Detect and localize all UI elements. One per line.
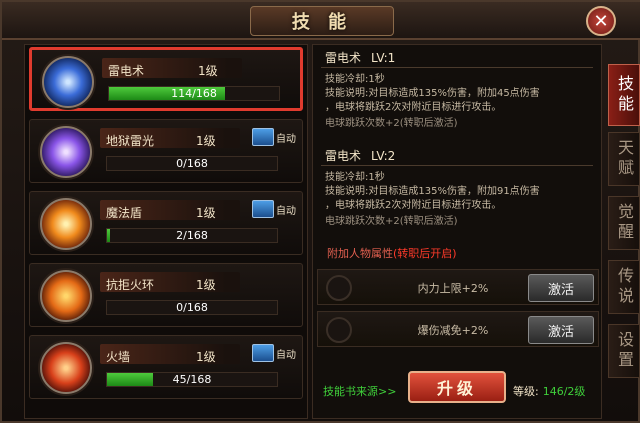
attribute-title: 附加人物属性(转职后开启) [327,247,457,260]
progress-text: 114/168 [171,87,217,100]
next-skill-title: 雷电术 LV:2 [325,149,396,163]
skill-level: 1级 [196,278,216,292]
close-button[interactable]: ✕ [586,6,616,36]
magic-shield-orb-icon [40,198,92,250]
next-desc-1: 技能说明:对目标造成135%伤害，附加91点伤害 [325,186,540,197]
progress-text: 0/168 [176,301,208,314]
progress-text: 0/168 [176,157,208,170]
progress-text: 2/168 [176,229,208,242]
skill-row-lightning[interactable]: 雷电术 1级 114/168 [29,47,303,111]
skill-detail-panel: 雷电术 LV:1 技能冷却:1秒 技能说明:对目标造成135%伤害，附加45点伤害… [312,44,602,419]
activate-button[interactable]: 激活 [528,274,594,302]
skill-row-hell-lightning[interactable]: 地狱雷光 1级 自动 0/168 [29,119,303,183]
skill-level: 1级 [198,64,218,78]
skill-name: 火墙 [106,350,131,364]
tab-awaken[interactable]: 觉醒 [608,196,640,250]
skill-level: 1级 [196,134,216,148]
skill-progress-bar: 2/168 [106,228,278,243]
tab-skills[interactable]: 技能 [608,64,640,126]
next-desc-2: ，电球将跳跃2次对附近目标进行攻击。 [325,200,502,211]
attribute-row: 爆伤减免+2% 激活 [317,311,599,347]
auto-label: 自动 [276,206,296,217]
window-title: 技 能 [250,6,394,36]
skill-row-fire-ring[interactable]: 抗拒火环 1级 0/168 [29,263,303,327]
skill-name: 抗拒火环 [106,278,155,292]
skill-book-source-link[interactable]: 技能书来源>> [323,383,396,399]
skill-window: 技 能 ✕ 雷电术 1级 114/168 地狱雷光 1级 自动 0/168 魔法… [0,0,640,423]
fire-wall-orb-icon [40,342,92,394]
auto-label: 自动 [276,350,296,361]
current-cooldown: 技能冷却:1秒 [325,74,385,85]
tab-legend[interactable]: 传说 [608,260,640,314]
attribute-slot-icon [326,275,352,301]
attribute-text: 内力上限+2% [417,282,489,295]
tab-talent[interactable]: 天赋 [608,132,640,186]
auto-toggle-icon[interactable] [252,200,274,218]
title-bar: 技 能 ✕ [2,2,640,40]
activate-button[interactable]: 激活 [528,316,594,344]
skill-row-fire-wall[interactable]: 火墙 1级 自动 45/168 [29,335,303,399]
skill-level: 1级 [196,206,216,220]
attribute-slot-icon [326,317,352,343]
skill-name: 雷电术 [108,64,145,78]
skill-list: 雷电术 1级 114/168 地狱雷光 1级 自动 0/168 魔法盾 1级 自… [24,44,308,419]
progress-text: 45/168 [172,373,212,386]
hell-lightning-orb-icon [40,126,92,178]
skill-progress-bar: 0/168 [106,300,278,315]
current-desc-2: ，电球将跳跃2次对附近目标进行攻击。 [325,102,502,113]
next-extra: 电球跳跃次数+2(转职后激活) [325,216,458,227]
skill-progress-bar: 45/168 [106,372,278,387]
skill-progress-bar: 114/168 [108,86,280,101]
current-desc-1: 技能说明:对目标造成135%伤害，附加45点伤害 [325,88,540,99]
current-extra: 电球跳跃次数+2(转职后激活) [325,118,458,129]
skill-name: 魔法盾 [106,206,143,220]
attribute-text: 爆伤减免+2% [417,324,489,337]
grade-readout: 等级: 146/2级 [513,385,586,398]
lightning-orb-icon [42,56,94,108]
current-skill-title: 雷电术 LV:1 [325,51,396,65]
auto-toggle-icon[interactable] [252,128,274,146]
attribute-row: 内力上限+2% 激活 [317,269,599,305]
upgrade-button[interactable]: 升级 [408,371,506,403]
skill-level: 1级 [196,350,216,364]
skill-name: 地狱雷光 [106,134,155,148]
tab-settings[interactable]: 设置 [608,324,640,378]
auto-toggle-icon[interactable] [252,344,274,362]
skill-progress-bar: 0/168 [106,156,278,171]
next-cooldown: 技能冷却:1秒 [325,172,385,183]
skill-row-magic-shield[interactable]: 魔法盾 1级 自动 2/168 [29,191,303,255]
fire-ring-orb-icon [40,270,92,322]
auto-label: 自动 [276,134,296,145]
